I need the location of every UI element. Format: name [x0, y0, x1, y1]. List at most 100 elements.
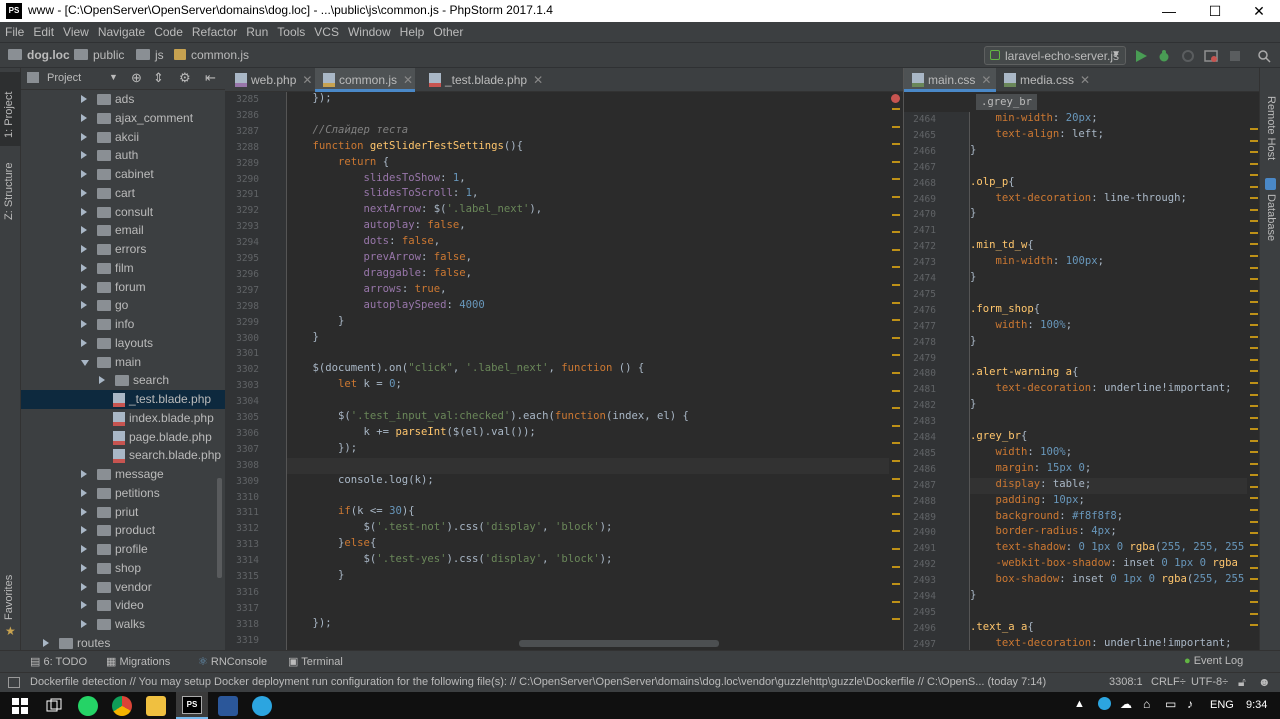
- input-language[interactable]: ENG: [1210, 699, 1234, 711]
- menu-other[interactable]: Other: [428, 22, 467, 39]
- warning-marker[interactable]: [892, 143, 900, 146]
- warning-marker[interactable]: [892, 248, 900, 251]
- chevron-right-icon[interactable]: [81, 263, 87, 272]
- stop-icon[interactable]: [1228, 49, 1242, 63]
- warning-marker[interactable]: [1250, 439, 1258, 442]
- chevron-right-icon[interactable]: [81, 188, 87, 197]
- menu-vcs[interactable]: VCS: [309, 22, 343, 39]
- tree-folder-item[interactable]: cabinet: [21, 165, 225, 184]
- warning-marker[interactable]: [892, 354, 900, 357]
- warning-marker[interactable]: [1250, 589, 1258, 592]
- warning-marker[interactable]: [892, 319, 900, 322]
- warning-marker[interactable]: [1250, 162, 1258, 165]
- warning-marker[interactable]: [892, 618, 900, 621]
- warning-marker[interactable]: [892, 284, 900, 286]
- migrations-tool-button[interactable]: ▦ Migrations: [106, 655, 170, 668]
- warning-marker[interactable]: [1250, 335, 1258, 338]
- warning-marker[interactable]: [1250, 266, 1258, 269]
- menu-window[interactable]: Window: [343, 22, 395, 39]
- chevron-right-icon[interactable]: [81, 245, 87, 253]
- tree-folder-item[interactable]: auth: [21, 146, 225, 165]
- warning-marker[interactable]: [1250, 416, 1258, 419]
- warning-marker[interactable]: [1250, 509, 1258, 511]
- chevron-right-icon[interactable]: [81, 582, 87, 591]
- chevron-down-icon[interactable]: [81, 359, 89, 366]
- windows-start-icon[interactable]: [12, 698, 28, 714]
- battery-icon[interactable]: ▭: [1165, 697, 1176, 711]
- lock-icon[interactable]: 🔓︎: [1238, 675, 1246, 690]
- warning-marker[interactable]: [1250, 151, 1258, 154]
- tree-folder-item[interactable]: product: [21, 521, 225, 540]
- menu-view[interactable]: View: [58, 22, 93, 39]
- warning-marker[interactable]: [1250, 278, 1258, 281]
- close-button[interactable]: ✕: [1236, 0, 1280, 22]
- line-separator[interactable]: CRLF÷: [1151, 676, 1186, 688]
- clock[interactable]: 9:34: [1246, 699, 1267, 711]
- tree-folder-item[interactable]: ajax_comment: [21, 109, 225, 128]
- warning-marker[interactable]: [1250, 197, 1258, 200]
- tree-folder-item[interactable]: consult: [21, 203, 225, 222]
- warning-marker[interactable]: [1250, 324, 1258, 327]
- chevron-right-icon[interactable]: [81, 338, 87, 347]
- tree-file-item[interactable]: _test.blade.php: [21, 390, 225, 409]
- warning-marker[interactable]: [1250, 347, 1258, 350]
- warning-marker[interactable]: [892, 196, 900, 198]
- tree-folder-item[interactable]: routes: [21, 634, 225, 650]
- warning-marker[interactable]: [1250, 624, 1258, 627]
- warning-marker[interactable]: [1250, 543, 1258, 546]
- phpstorm-taskbar-button[interactable]: PS: [176, 692, 208, 719]
- chevron-right-icon[interactable]: [81, 282, 87, 291]
- database-tool-label[interactable]: Database: [1265, 194, 1277, 241]
- horizontal-scrollbar[interactable]: [519, 640, 719, 647]
- warning-marker[interactable]: [892, 389, 900, 392]
- word-icon[interactable]: [218, 696, 238, 716]
- task-view-icon[interactable]: [46, 698, 62, 714]
- warning-marker[interactable]: [892, 495, 900, 498]
- event-log-button[interactable]: ● Event Log: [1184, 655, 1243, 667]
- warning-marker[interactable]: [1250, 555, 1258, 558]
- tree-folder-item[interactable]: info: [21, 315, 225, 334]
- warning-marker[interactable]: [1250, 393, 1258, 396]
- remote-host-tool-label[interactable]: Remote Host: [1265, 96, 1277, 160]
- warning-marker[interactable]: [892, 530, 900, 533]
- warning-marker[interactable]: [892, 477, 900, 480]
- breadcrumb-dog-loc[interactable]: dog.loc: [8, 48, 70, 62]
- toggle-tool-windows-icon[interactable]: [8, 677, 20, 688]
- warning-marker[interactable]: [1250, 382, 1258, 384]
- project-tool-label[interactable]: 1: Project: [3, 92, 15, 138]
- chevron-right-icon[interactable]: [81, 507, 87, 516]
- breadcrumb-js[interactable]: js: [136, 48, 164, 62]
- tree-folder-item[interactable]: email: [21, 221, 225, 240]
- chrome-icon[interactable]: [112, 696, 132, 716]
- warning-marker[interactable]: [1250, 255, 1258, 257]
- tree-folder-item[interactable]: layouts: [21, 334, 225, 353]
- collapse-all-icon[interactable]: ⇕: [153, 70, 164, 86]
- telegram-tray-icon[interactable]: [1098, 697, 1111, 710]
- css-line-number-gutter[interactable]: 2464 2465 2466 2467 2468 2469 2470 2471 2472 2473…: [904, 112, 970, 650]
- network-icon[interactable]: ⌂: [1143, 697, 1150, 711]
- tree-folder-item[interactable]: vendor: [21, 578, 225, 597]
- tree-folder-item[interactable]: priut: [21, 503, 225, 522]
- warning-marker[interactable]: [1250, 358, 1258, 361]
- css-code-area[interactable]: min-width: 20px; text-align: left;} .olp_…: [970, 112, 1247, 650]
- project-view-select[interactable]: Project: [47, 72, 81, 84]
- tab-web-php[interactable]: web.php ✕: [227, 68, 323, 92]
- menu-navigate[interactable]: Navigate: [93, 22, 149, 39]
- tree-folder-item[interactable]: errors: [21, 240, 225, 259]
- warning-marker[interactable]: [1250, 462, 1258, 465]
- code-area[interactable]: }); //Слайдер теста function getSliderTe…: [287, 92, 889, 650]
- hide-panel-icon[interactable]: ⇤: [205, 70, 216, 86]
- close-tab-icon[interactable]: ✕: [1080, 73, 1090, 87]
- tree-file-item[interactable]: search.blade.php: [21, 446, 225, 465]
- warning-marker[interactable]: [1250, 428, 1258, 431]
- tree-scrollbar[interactable]: [217, 478, 222, 578]
- menu-help[interactable]: Help: [395, 22, 429, 39]
- minimize-button[interactable]: —: [1146, 0, 1192, 22]
- warning-marker[interactable]: [892, 160, 900, 163]
- tree-file-item[interactable]: page.blade.php: [21, 428, 225, 447]
- warning-marker[interactable]: [892, 512, 900, 515]
- chevron-right-icon[interactable]: [81, 113, 87, 122]
- menu-code[interactable]: Code: [149, 22, 187, 39]
- chevron-right-icon[interactable]: [81, 601, 87, 610]
- warning-marker[interactable]: [1250, 532, 1258, 535]
